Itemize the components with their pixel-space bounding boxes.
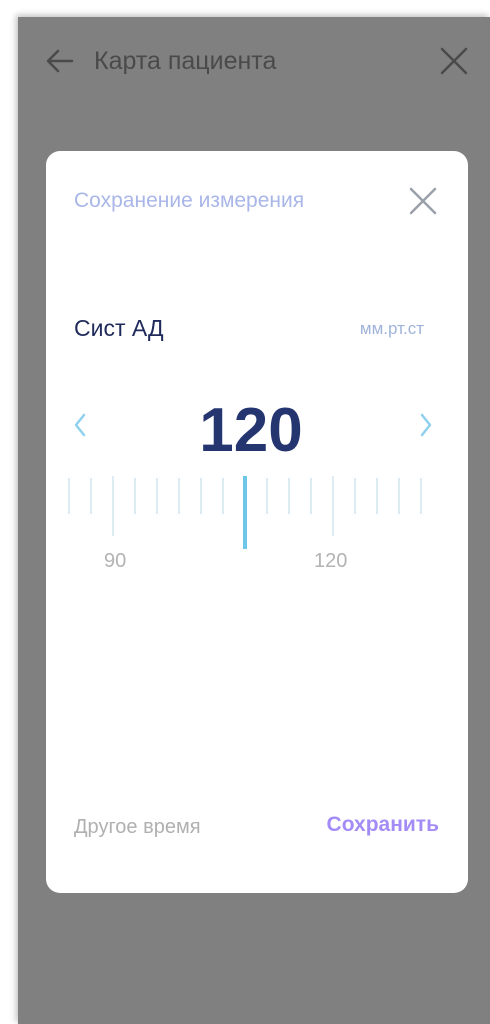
ruler-tick xyxy=(332,476,334,536)
ruler-tick xyxy=(68,478,70,514)
decrement-button[interactable] xyxy=(68,409,92,441)
ruler-tick xyxy=(222,478,224,514)
back-button[interactable] xyxy=(44,45,76,77)
arrow-left-icon xyxy=(46,49,74,73)
ruler-tick xyxy=(200,478,202,514)
measurement-value: 120 xyxy=(199,396,303,465)
top-app-bar: Карта пациента xyxy=(18,17,490,107)
chevron-right-icon xyxy=(420,413,432,437)
close-icon xyxy=(409,187,437,215)
parameter-unit: мм.рт.ст xyxy=(359,319,424,338)
ruler-tick xyxy=(420,478,422,514)
parameter-name: Сист АД xyxy=(74,315,164,341)
ruler-tick xyxy=(310,478,312,514)
other-time-button[interactable]: Другое время xyxy=(74,813,201,841)
ruler-tick xyxy=(156,478,158,514)
ruler-tick xyxy=(178,478,180,514)
ruler-tick xyxy=(398,478,400,514)
ruler-indicator xyxy=(243,476,247,549)
page-title: Карта пациента xyxy=(94,47,277,75)
dialog-close-button[interactable] xyxy=(407,185,439,217)
ruler-label-current: 120 xyxy=(314,550,348,572)
screen: Карта пациента Сохранение измерения Сист… xyxy=(18,17,490,1024)
ruler-tick xyxy=(376,478,378,514)
chevron-left-icon xyxy=(74,413,86,437)
save-button[interactable]: Сохранить xyxy=(296,811,439,839)
dialog-title: Сохранение измерения xyxy=(74,189,305,212)
ruler-tick xyxy=(90,478,92,514)
save-measurement-dialog: Сохранение измерения Сист АД мм.рт.ст 12… xyxy=(46,151,468,893)
ruler-tick xyxy=(288,478,290,514)
ruler-tick xyxy=(112,476,114,536)
increment-button[interactable] xyxy=(414,409,438,441)
close-icon xyxy=(440,47,468,75)
close-page-button[interactable] xyxy=(438,45,470,77)
ruler-label-min: 90 xyxy=(104,550,127,572)
ruler-tick xyxy=(134,478,136,514)
ruler-tick xyxy=(354,478,356,514)
ruler-tick xyxy=(266,478,268,514)
